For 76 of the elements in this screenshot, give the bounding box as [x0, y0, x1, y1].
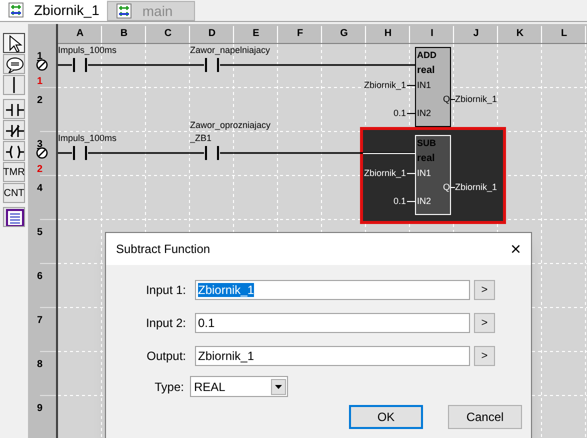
dialog-button[interactable]: OK: [349, 405, 423, 429]
operand-label: 0.1: [393, 195, 406, 208]
column-header: L: [560, 27, 568, 41]
vertical-line-icon: [12, 77, 16, 93]
pin-label: Q: [442, 93, 450, 106]
column-header: K: [515, 27, 525, 41]
row-number: 6: [37, 270, 43, 284]
column-header: F: [296, 27, 304, 41]
block-type: real: [417, 64, 435, 78]
row-number: 8: [37, 358, 43, 372]
dialog-title: Subtract Function: [116, 241, 210, 258]
block-type: real: [417, 152, 435, 166]
column-header: J: [472, 27, 480, 41]
type-dropdown[interactable]: REAL: [190, 376, 288, 397]
pin-label: Q: [442, 181, 450, 194]
vertical-line-button[interactable]: [3, 75, 25, 95]
column-header: A: [75, 27, 85, 41]
speech-bubble-icon: [4, 55, 24, 73]
field-label: Type:: [154, 378, 184, 396]
row-number: 9: [37, 402, 43, 416]
ladder-icon: [8, 2, 24, 18]
power-rail-icon: [36, 59, 48, 71]
contact-label: Zawor_oprozniajacy _ZB1: [190, 119, 271, 145]
column-header: B: [119, 27, 129, 41]
toolbar-button[interactable]: TMR: [3, 162, 25, 182]
block-name: SUB: [417, 137, 436, 150]
rung-number: 1: [37, 75, 43, 89]
browse-button[interactable]: >: [474, 280, 495, 300]
toolbar-button[interactable]: CNT: [3, 183, 25, 203]
pointer-button[interactable]: [3, 33, 25, 53]
coil-button[interactable]: [3, 141, 25, 161]
close-button[interactable]: ×: [510, 240, 521, 258]
closed-contact-button[interactable]: [3, 120, 25, 140]
operand-label: 0.1: [393, 107, 406, 120]
contact-label: Zawor_napelniajacy: [190, 44, 270, 57]
row-number: 4: [37, 182, 43, 196]
field-label: Input 1:: [144, 282, 186, 299]
ladder-icon: [116, 3, 132, 19]
pin-label: IN1: [417, 167, 432, 180]
speech-bubble-button[interactable]: [3, 54, 25, 74]
input-field[interactable]: Zbiornik_1: [195, 280, 470, 300]
power-rail-icon: [36, 147, 48, 159]
operand-label: Zbiornik_1: [364, 79, 406, 92]
pin-label: IN2: [417, 107, 432, 120]
rung-number: 2: [37, 163, 43, 177]
input-field[interactable]: 0.1: [195, 313, 470, 333]
column-header: E: [252, 27, 260, 41]
row-number: 2: [37, 94, 43, 108]
dialog-button[interactable]: Cancel: [448, 405, 522, 429]
pin-label: IN1: [417, 79, 432, 92]
row-number: 3: [37, 138, 43, 152]
column-header: D: [207, 27, 217, 41]
column-header: H: [383, 27, 393, 41]
column-header: C: [163, 27, 173, 41]
operand-label: Zbiornik_1: [455, 181, 498, 194]
field-label: Input 2:: [144, 315, 186, 332]
list-button[interactable]: [3, 207, 25, 227]
contact-button[interactable]: [3, 99, 25, 119]
column-header: G: [339, 27, 349, 41]
operand-label: Zbiornik_1: [455, 93, 498, 106]
function-block[interactable]: [415, 47, 451, 127]
tab[interactable]: Zbiornik_1: [0, 0, 108, 21]
browse-button[interactable]: >: [474, 346, 495, 366]
block-name: ADD: [417, 49, 436, 62]
list-icon: [4, 208, 24, 226]
row-number: 1: [37, 50, 43, 64]
browse-button[interactable]: >: [474, 313, 495, 333]
row-number: 7: [37, 314, 43, 328]
column-header: I: [430, 27, 434, 41]
row-number: 5: [37, 226, 43, 240]
field-label: Output:: [146, 348, 186, 365]
contact-label: Impuls_100ms: [58, 44, 117, 57]
contact-label: Impuls_100ms: [58, 132, 117, 145]
input-field[interactable]: Zbiornik_1: [195, 346, 470, 366]
operand-label: Zbiornik_1: [364, 167, 406, 180]
pin-label: IN2: [417, 195, 432, 208]
